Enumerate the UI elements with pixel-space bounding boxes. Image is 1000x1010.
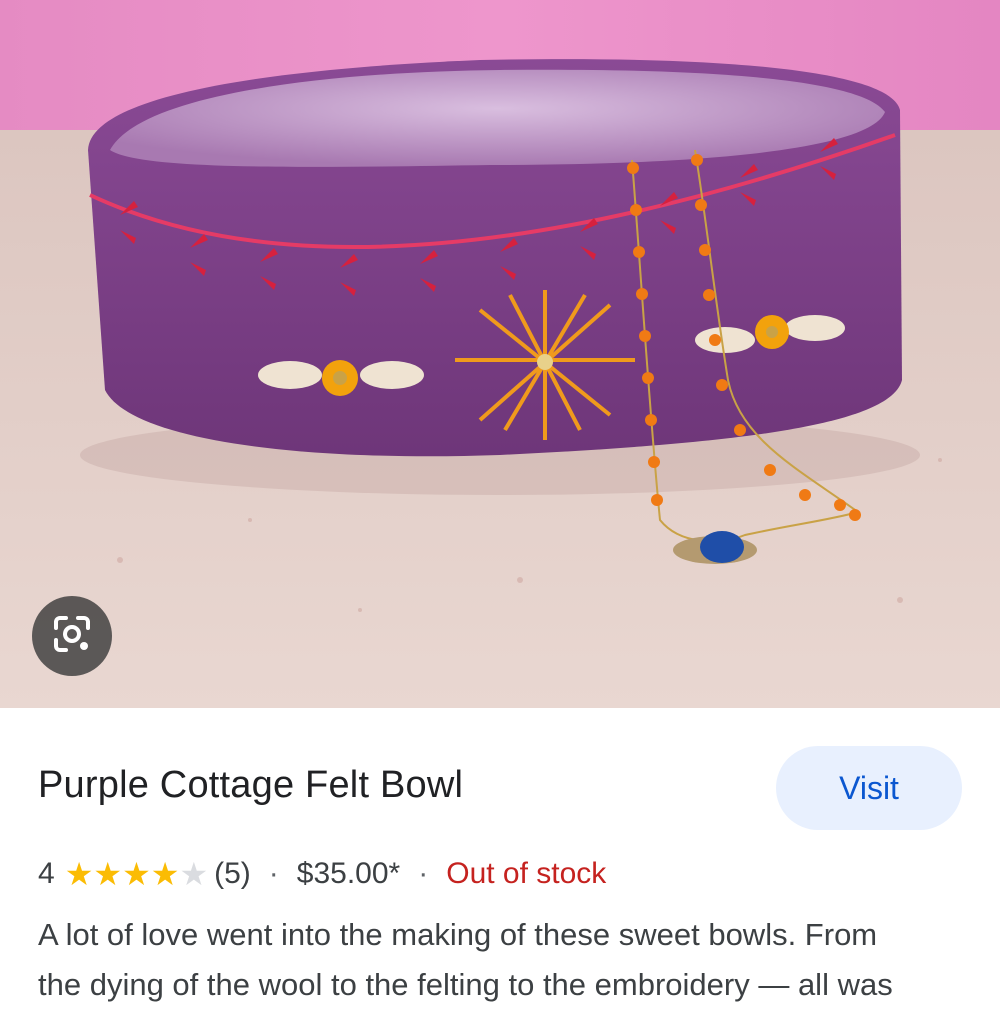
product-title[interactable]: Purple Cottage Felt Bowl bbox=[38, 764, 463, 807]
rating-value: 4 bbox=[38, 857, 55, 890]
star-icon: ★ bbox=[179, 856, 209, 892]
visit-button[interactable]: Visit bbox=[776, 746, 962, 830]
description-line: the dying of the wool to the felting to … bbox=[38, 967, 893, 1002]
star-icon: ★ bbox=[122, 856, 151, 892]
separator-dot: · bbox=[418, 857, 429, 890]
google-lens-button[interactable] bbox=[32, 596, 112, 676]
review-count[interactable]: (5) bbox=[214, 857, 251, 891]
description-line: A lot of love went into the making of th… bbox=[38, 917, 878, 952]
stock-status: Out of stock bbox=[446, 857, 607, 890]
product-image[interactable] bbox=[0, 0, 1000, 708]
star-icon: ★ bbox=[150, 856, 180, 892]
star-icon: ★ bbox=[64, 856, 94, 892]
separator-dot: · bbox=[268, 857, 279, 890]
google-lens-icon bbox=[50, 612, 94, 661]
star-icon: ★ bbox=[93, 856, 123, 892]
product-description: A lot of love went into the making of th… bbox=[38, 910, 978, 1010]
product-meta-row: 4 ★ ★ ★ ★ ★ (5) · $35.00* · Out of stock bbox=[38, 852, 606, 896]
price: $35.00* bbox=[296, 857, 401, 890]
rating-stars: ★ ★ ★ ★ ★ bbox=[65, 858, 208, 890]
